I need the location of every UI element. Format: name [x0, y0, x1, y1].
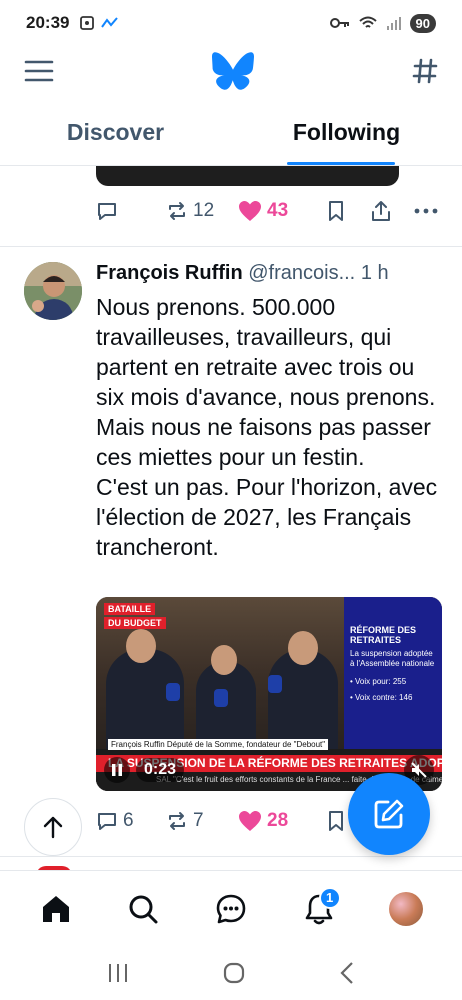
screenshot-icon	[80, 16, 95, 30]
pause-button[interactable]	[104, 757, 130, 783]
active-tab-indicator	[287, 162, 395, 165]
share-icon	[372, 201, 390, 221]
video-embed[interactable]: BATAILLE DU BUDGET RÉFORME DES RETRAITES…	[96, 597, 442, 791]
video-person-head	[288, 631, 318, 665]
post-time[interactable]: 1 h	[361, 262, 389, 284]
post-divider	[0, 246, 462, 247]
video-tag-top: BATAILLE	[104, 603, 156, 615]
video-person-head	[126, 629, 156, 663]
app-header	[0, 46, 462, 96]
bookmark-icon	[329, 201, 343, 221]
menu-icon[interactable]	[24, 59, 54, 83]
post-body: Nous prenons. 500.000 travailleuses, tra…	[96, 292, 446, 562]
repost-count: 7	[193, 810, 204, 831]
nav-chat[interactable]	[201, 879, 261, 939]
like-count: 28	[267, 810, 289, 831]
video-info-panel: RÉFORME DES RETRAITES La suspension adop…	[344, 597, 442, 749]
bottom-nav: 1	[0, 870, 462, 946]
author-handle[interactable]: @francois...	[248, 262, 355, 284]
post-paragraph: C'est un pas. Pour l'horizon, avec l'éle…	[96, 474, 438, 560]
author-avatar[interactable]	[24, 262, 82, 320]
home-system-icon[interactable]	[222, 961, 246, 985]
like-button[interactable]: 28	[238, 810, 326, 832]
panel-vote-against: • Voix contre: 146	[350, 693, 413, 702]
author-name[interactable]: François Ruffin	[96, 262, 243, 284]
ellipsis-icon	[414, 208, 438, 214]
like-button[interactable]: 43	[238, 200, 326, 222]
reply-icon	[98, 203, 116, 220]
post-divider	[0, 856, 462, 857]
nav-home[interactable]	[26, 879, 86, 939]
feed-tabs: Discover Following	[0, 100, 462, 166]
previous-post-media[interactable]	[96, 166, 399, 186]
like-count: 43	[267, 200, 289, 221]
heart-filled-icon	[239, 201, 261, 221]
compose-post-button[interactable]	[348, 773, 430, 855]
bookmark-icon	[329, 811, 343, 831]
reply-icon	[98, 813, 116, 830]
tab-following[interactable]: Following	[231, 100, 462, 165]
nav-search[interactable]	[113, 879, 173, 939]
status-time: 20:39	[26, 13, 70, 32]
repost-icon	[169, 812, 185, 830]
panel-vote-for: • Voix pour: 255	[350, 677, 407, 686]
post-header: François Ruffin @francois... 1 h	[96, 262, 442, 285]
tab-following-label: Following	[292, 119, 401, 145]
panel-subtitle: La suspension adoptée à l'Assemblée nati…	[350, 649, 435, 668]
tab-discover[interactable]: Discover	[0, 100, 231, 165]
bluesky-logo-icon	[212, 52, 254, 90]
previous-post-actions: 12 43	[96, 200, 442, 222]
video-tag-bottom: DU BUDGET	[104, 617, 166, 629]
author-avatar-image	[24, 262, 82, 320]
system-nav-bar	[0, 946, 462, 1000]
status-left-icons	[79, 15, 119, 31]
battery-indicator: 90	[409, 13, 436, 33]
compose-icon	[374, 799, 404, 829]
video-controls: 0:23	[104, 757, 185, 783]
scroll-to-top-button[interactable]	[24, 798, 82, 856]
notifications-badge: 1	[318, 886, 341, 909]
chat-icon	[216, 894, 246, 923]
post-paragraph: Nous prenons. 500.000 travailleuses, tra…	[96, 294, 436, 470]
repost-button[interactable]: 7	[166, 810, 238, 832]
home-icon	[42, 895, 69, 922]
activity-icon	[101, 17, 119, 28]
muted-icon	[411, 762, 427, 778]
more-options-button[interactable]	[414, 207, 438, 215]
feeds-hashtag-icon[interactable]	[412, 58, 438, 84]
heart-filled-icon	[239, 811, 261, 831]
recent-apps-icon[interactable]	[106, 962, 130, 984]
repost-count: 12	[193, 200, 215, 221]
profile-avatar	[389, 891, 424, 926]
repost-icon	[169, 202, 185, 220]
share-button[interactable]	[370, 200, 414, 222]
arrow-up-icon	[43, 816, 63, 839]
search-icon	[129, 895, 158, 923]
microphone	[166, 683, 180, 701]
microphone	[268, 675, 282, 693]
repost-button[interactable]: 12	[166, 200, 238, 222]
microphone	[214, 689, 228, 707]
key-icon	[329, 18, 349, 28]
wifi-icon	[358, 16, 377, 28]
video-duration: 0:23	[136, 758, 185, 782]
reply-button[interactable]	[96, 200, 166, 222]
pause-icon	[112, 764, 122, 776]
signal-icon	[386, 17, 401, 30]
back-icon[interactable]	[338, 961, 356, 985]
reply-button[interactable]: 6	[96, 810, 166, 832]
nav-profile[interactable]	[376, 879, 436, 939]
panel-title: RÉFORME DES RETRAITES	[350, 625, 417, 645]
status-bar: 20:39 90	[0, 0, 462, 46]
nav-notifications[interactable]: 1	[289, 879, 349, 939]
bookmark-button[interactable]	[326, 200, 370, 222]
video-person-head	[211, 645, 237, 675]
caption-name: François Ruffin Député de la Somme, fond…	[108, 739, 329, 750]
tab-discover-label: Discover	[66, 119, 165, 145]
reply-count: 6	[123, 810, 134, 831]
